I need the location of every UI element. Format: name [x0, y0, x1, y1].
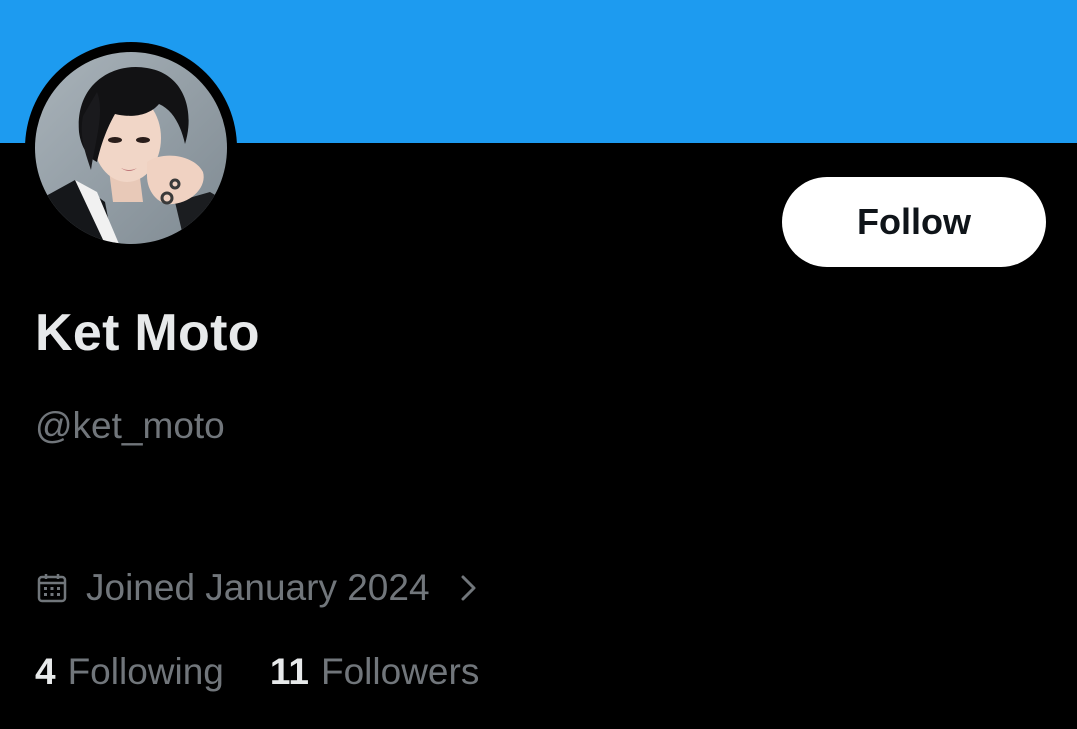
chevron-right-icon — [458, 571, 480, 605]
following-label: Following — [67, 651, 224, 692]
following-count: 4 — [35, 651, 56, 692]
avatar-photo — [35, 52, 227, 244]
calendar-icon — [36, 572, 68, 604]
follow-button[interactable]: Follow — [782, 177, 1046, 267]
followers-link[interactable]: 11 Followers — [270, 651, 479, 693]
followers-label: Followers — [321, 651, 480, 692]
following-link[interactable]: 4 Following — [35, 651, 224, 693]
joined-date-link[interactable]: Joined January 2024 — [36, 564, 480, 612]
display-name: Ket Moto — [35, 304, 260, 362]
avatar[interactable] — [25, 42, 237, 254]
joined-date-text: Joined January 2024 — [86, 567, 430, 608]
user-handle: @ket_moto — [35, 405, 225, 446]
followers-count: 11 — [269, 651, 309, 692]
follow-stats: 4 Following 11 Followers — [35, 648, 525, 696]
profile-page: Follow Ket Moto @ket_moto Joined January… — [0, 0, 1077, 729]
